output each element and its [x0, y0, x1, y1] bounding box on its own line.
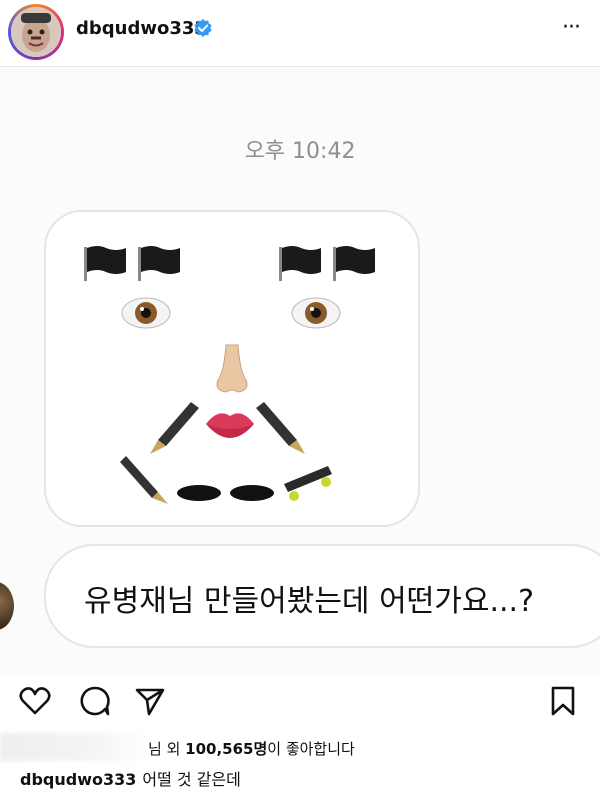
- eye-icon: [291, 297, 341, 329]
- bookmark-icon[interactable]: [546, 684, 580, 718]
- black-flag-icon: [84, 246, 126, 281]
- profile-avatar[interactable]: [8, 4, 64, 60]
- verified-badge-icon: [194, 19, 212, 37]
- post-caption: dbqudwo333 어떨 것 같은데: [20, 766, 241, 790]
- avatar-face-icon: [11, 7, 61, 57]
- post-header: dbqudwo333 ···: [0, 0, 600, 67]
- emoji-face-drawing: [84, 246, 375, 504]
- skateboard-icon: [284, 466, 332, 501]
- likes-suffix: 이 좋아합니다: [267, 740, 355, 758]
- black-flag-icon: [138, 246, 180, 281]
- caption-username[interactable]: dbqudwo333: [20, 770, 136, 789]
- caption-text: 어떨 것 같은데: [142, 770, 241, 789]
- likes-count: 100,565명: [185, 740, 268, 758]
- nose-icon: [216, 344, 248, 393]
- fountain-pen-icon: [120, 456, 168, 504]
- hole-icon: [230, 485, 274, 501]
- liker-names-blurred: [0, 733, 150, 761]
- more-options-icon[interactable]: ···: [556, 13, 586, 43]
- message-text: 유병재님 만들어봤는데 어떤가요...?: [84, 584, 535, 619]
- post-image: 오후 10:42 유병재님 만들어봤는데 어떤가요...?: [0, 67, 600, 677]
- black-flag-icon: [333, 246, 375, 281]
- sender-avatar: [0, 582, 14, 630]
- post-actions: [0, 680, 600, 724]
- mouth-icon: [206, 413, 254, 438]
- black-flag-icon: [279, 246, 321, 281]
- header-username[interactable]: dbqudwo333: [76, 18, 207, 39]
- avatar-image: [11, 7, 61, 57]
- heart-icon[interactable]: [18, 684, 52, 718]
- message-timestamp: 오후 10:42: [244, 139, 356, 164]
- eye-icon: [121, 297, 171, 329]
- emoji-face-message: [44, 210, 420, 527]
- fountain-pen-icon: [150, 402, 199, 454]
- likes-row: 님 외 100,565명이 좋아합니다: [0, 733, 600, 761]
- comment-icon[interactable]: [78, 684, 112, 718]
- likes-summary[interactable]: 님 외 100,565명이 좋아합니다: [148, 738, 355, 759]
- text-message-bubble: 유병재님 만들어봤는데 어떤가요...?: [44, 544, 600, 648]
- fountain-pen-icon: [256, 402, 305, 454]
- send-icon[interactable]: [133, 684, 167, 718]
- likes-prefix: 님 외: [148, 740, 186, 758]
- hole-icon: [177, 485, 221, 501]
